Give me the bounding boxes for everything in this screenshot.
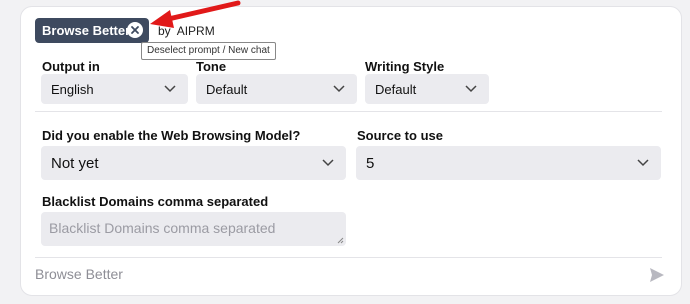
- source-select[interactable]: 5: [356, 146, 661, 180]
- chevron-down-icon: [637, 159, 649, 167]
- blacklist-input[interactable]: Blacklist Domains comma separated: [41, 212, 346, 246]
- web-browsing-value: Not yet: [51, 154, 99, 172]
- output-in-select[interactable]: English: [41, 74, 188, 104]
- annotation-arrow: [150, 0, 241, 28]
- prompt-name: Browse Better: [42, 23, 131, 38]
- chevron-down-icon: [333, 85, 345, 93]
- close-icon[interactable]: [127, 22, 143, 38]
- divider: [35, 111, 662, 112]
- output-in-label: Output in: [42, 59, 100, 74]
- send-icon[interactable]: [649, 267, 665, 283]
- web-browsing-select[interactable]: Not yet: [41, 146, 346, 180]
- chevron-down-icon: [164, 85, 176, 93]
- chevron-down-icon: [465, 85, 477, 93]
- blacklist-label: Blacklist Domains comma separated: [42, 194, 269, 209]
- divider: [35, 257, 662, 258]
- writing-style-label: Writing Style: [365, 59, 445, 74]
- source-value: 5: [366, 154, 375, 172]
- tooltip: Deselect prompt / New chat: [141, 42, 276, 60]
- tone-label: Tone: [196, 59, 227, 74]
- chevron-down-icon: [322, 159, 334, 167]
- resize-handle-icon[interactable]: [337, 237, 344, 244]
- blacklist-placeholder: Blacklist Domains comma separated: [49, 220, 276, 236]
- source-label: Source to use: [357, 128, 443, 143]
- writing-style-select[interactable]: Default: [365, 74, 489, 104]
- web-browsing-label: Did you enable the Web Browsing Model?: [42, 128, 301, 143]
- chat-input[interactable]: Browse Better: [35, 266, 123, 282]
- tone-select[interactable]: Default: [196, 74, 357, 104]
- output-in-value: English: [51, 81, 94, 97]
- tone-value: Default: [206, 81, 248, 97]
- selected-prompt-chip[interactable]: Browse Better: [35, 18, 149, 43]
- writing-style-value: Default: [375, 81, 417, 97]
